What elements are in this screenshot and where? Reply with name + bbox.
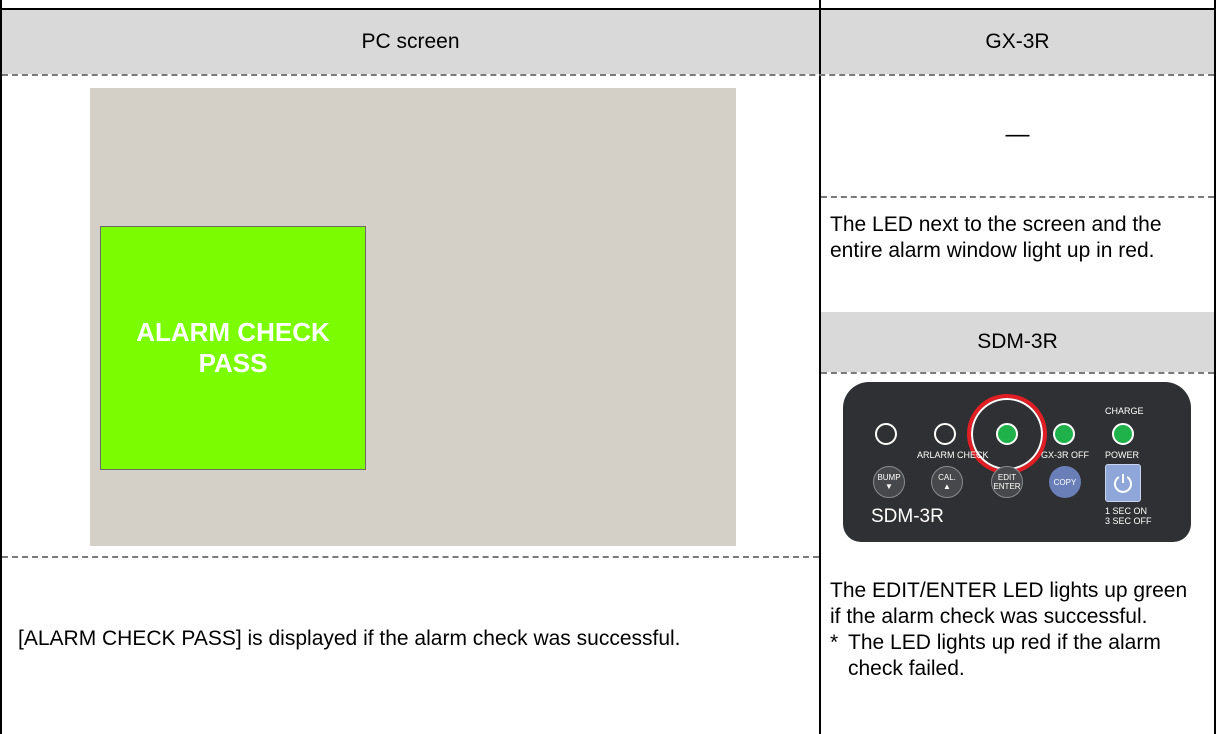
down-arrow-icon: ▼ [885,482,893,491]
alarm-check-group-label: ARLARM CHECK [917,450,989,460]
led-indicator-1 [875,423,897,445]
copy-button[interactable]: COPY [1049,466,1081,498]
edit-enter-highlight-ring [967,394,1047,474]
sdm3r-description-text: The EDIT/ENTER LED lights up green if th… [830,579,1188,628]
column-header-pc-screen-label: PC screen [361,30,460,53]
led-charge [1112,423,1134,445]
alarm-check-pass-line1: ALARM CHECK [136,317,330,347]
sdm3r-device-panel: ARLARM CHECK GX-3R OFF CHARGE POWER BUMP… [843,382,1191,542]
column-header-gx3r-label: GX-3R [985,30,1050,53]
gx3r-top-cell-value: — [1005,121,1030,148]
led-gx3r-off [1053,423,1075,445]
sdm3r-note-text: The LED lights up red if the alarm check… [848,631,1161,680]
cal-button[interactable]: CAL. ▲ [931,466,963,498]
charge-label: CHARGE [1105,406,1144,416]
footer-divider-left [2,556,819,558]
alarm-check-pass-window: ALARM CHECK PASS [100,226,366,470]
pc-screen-panel: ALARM CHECK PASS [90,88,736,546]
power-hint-1: 1 SEC ON [1105,506,1148,516]
enter-button-label: ENTER [993,482,1021,491]
sdm3r-note: * The LED lights up red if the alarm che… [830,630,1202,682]
edit-button-label: EDIT [997,473,1017,482]
gx3r-top-cell: — [821,76,1214,194]
edit-enter-button[interactable]: EDIT ENTER [991,466,1023,498]
sdm3r-description: The EDIT/ENTER LED lights up green if th… [830,578,1202,682]
pc-screen-description: [ALARM CHECK PASS] is displayed if the a… [18,626,778,652]
table-border-left [0,0,2,734]
bump-button[interactable]: BUMP ▼ [873,466,905,498]
led-indicator-2 [934,423,956,445]
gx3r-divider [821,196,1214,198]
bump-button-label: BUMP [877,473,901,482]
pc-screen-description-text: [ALARM CHECK PASS] is displayed if the a… [18,627,681,650]
gx3r-off-label: GX-3R OFF [1041,450,1090,460]
alarm-check-pass-line2: PASS [198,348,268,378]
up-arrow-icon: ▲ [943,482,951,491]
column-header-pc-screen: PC screen [2,10,819,74]
power-icon [1114,474,1132,493]
gx3r-description-text: The LED next to the screen and the entir… [830,213,1162,262]
column-header-sdm3r-label: SDM-3R [977,330,1058,353]
copy-button-label: COPY [1053,477,1077,487]
column-header-gx3r: GX-3R [821,10,1214,74]
column-header-sdm3r: SDM-3R [821,312,1214,372]
device-model-label: SDM-3R [871,506,944,527]
sdm3r-header-divider [821,372,1214,374]
cal-button-label: CAL. [938,473,956,482]
power-label: POWER [1105,450,1140,460]
power-button[interactable] [1105,464,1141,502]
sdm3r-note-marker: * [830,631,839,654]
gx3r-description: The LED next to the screen and the entir… [830,212,1200,264]
power-hint-2: 3 SEC OFF [1105,516,1152,526]
